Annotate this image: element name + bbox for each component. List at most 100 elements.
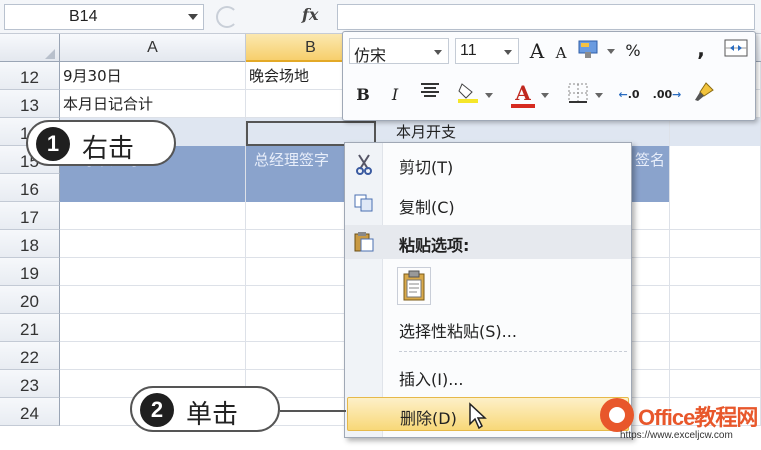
callout-step-1: 1 右击: [26, 120, 176, 166]
bold-button[interactable]: B: [351, 82, 375, 108]
cell-a16[interactable]: [60, 174, 246, 202]
percent-style-button[interactable]: %: [621, 38, 645, 64]
callout-connector: [280, 410, 346, 412]
fill-bucket-icon: [458, 83, 478, 103]
row-header[interactable]: 12: [0, 62, 60, 90]
formula-bar: B14 fx: [0, 0, 761, 34]
cell[interactable]: [670, 342, 761, 370]
menu-item-label: 选择性粘贴(S)...: [399, 322, 517, 341]
chevron-down-icon[interactable]: [541, 93, 549, 98]
context-menu: 剪切(T) 复制(C) 粘贴选项: 选择性粘贴(S)... 插入(I)... 删…: [344, 142, 632, 438]
arrow-right-icon: →: [672, 88, 682, 101]
select-all-icon: [45, 49, 55, 59]
chevron-down-icon: [434, 50, 442, 55]
mini-toolbar: 仿宋 11 A A % , B I A ←.0 .00→: [342, 31, 756, 121]
chevron-down-icon[interactable]: [595, 93, 603, 98]
italic-button[interactable]: I: [383, 82, 407, 108]
fill-color-button[interactable]: [455, 80, 481, 106]
comma-style-button[interactable]: ,: [691, 36, 711, 62]
cell-d14[interactable]: [670, 118, 761, 146]
cell-a12[interactable]: 9月30日: [60, 62, 246, 90]
watermark-title: Office教程网: [638, 405, 758, 430]
cell[interactable]: [670, 314, 761, 342]
menu-item-delete[interactable]: 删除(D): [347, 397, 629, 431]
center-align-button[interactable]: [417, 82, 443, 108]
cell-c15-tail[interactable]: 签名: [632, 146, 670, 174]
borders-button[interactable]: [565, 82, 591, 108]
menu-item-label: 剪切(T): [399, 158, 454, 177]
row-header[interactable]: 23: [0, 370, 60, 398]
paste-icon: [403, 270, 425, 301]
format-painter-button[interactable]: [691, 80, 717, 106]
step-text: 单击: [186, 400, 239, 430]
mouse-cursor-icon: [468, 402, 488, 434]
cell[interactable]: [60, 286, 246, 314]
clipboard-icon: [353, 231, 375, 253]
decrease-decimal-button[interactable]: .00→: [649, 82, 685, 108]
step-number: 1: [36, 127, 70, 161]
name-box[interactable]: B14: [4, 4, 204, 30]
row-header[interactable]: 17: [0, 202, 60, 230]
grow-font-button[interactable]: A: [525, 38, 549, 64]
menu-item-cut[interactable]: 剪切(T): [345, 147, 631, 181]
row-header[interactable]: 24: [0, 398, 60, 426]
step-number: 2: [140, 393, 174, 427]
chevron-down-icon[interactable]: [485, 93, 493, 98]
row-header[interactable]: 19: [0, 258, 60, 286]
menu-item-label: 插入(I)...: [399, 370, 464, 389]
cell-a13[interactable]: 本月日记合计: [60, 90, 246, 118]
cell[interactable]: [60, 258, 246, 286]
row-header[interactable]: 20: [0, 286, 60, 314]
cell[interactable]: [670, 286, 761, 314]
menu-item-label: 粘贴选项:: [399, 236, 470, 255]
row-header[interactable]: 22: [0, 342, 60, 370]
cell-styles-icon: [578, 40, 598, 58]
cell[interactable]: [670, 258, 761, 286]
merge-center-icon: [724, 39, 748, 57]
font-name-select[interactable]: 仿宋: [349, 38, 449, 65]
office-logo-icon: [600, 398, 634, 432]
row-header[interactable]: 18: [0, 230, 60, 258]
formula-input[interactable]: [337, 4, 755, 30]
borders-icon: [568, 83, 588, 103]
row-header[interactable]: 21: [0, 314, 60, 342]
font-size-value: 11: [460, 42, 477, 59]
function-icon[interactable]: fx: [302, 5, 318, 24]
row-header[interactable]: 13: [0, 90, 60, 118]
cell-styles-button[interactable]: [575, 38, 603, 64]
font-name-value: 仿宋: [354, 46, 387, 65]
column-header-a[interactable]: A: [60, 34, 246, 62]
scissors-icon: [353, 153, 375, 175]
menu-divider: [399, 351, 627, 352]
cell[interactable]: [60, 230, 246, 258]
cell[interactable]: [60, 314, 246, 342]
select-all-corner[interactable]: [0, 34, 60, 62]
cell[interactable]: [60, 202, 246, 230]
menu-item-insert[interactable]: 插入(I)...: [345, 359, 631, 393]
chevron-down-icon[interactable]: [607, 49, 615, 54]
cell[interactable]: [60, 342, 246, 370]
chevron-down-icon[interactable]: [188, 14, 198, 20]
step-text: 右击: [82, 134, 135, 164]
cell-d15[interactable]: [670, 146, 761, 174]
paintbrush-icon: [695, 82, 714, 101]
paste-option-button[interactable]: [397, 267, 431, 305]
cell[interactable]: [670, 202, 761, 230]
menu-item-copy[interactable]: 复制(C): [345, 187, 631, 221]
shrink-font-button[interactable]: A: [551, 40, 571, 66]
increase-decimal-button[interactable]: ←.0: [613, 82, 645, 108]
cell[interactable]: [670, 230, 761, 258]
font-color-button[interactable]: A: [511, 80, 535, 108]
chevron-down-icon: [504, 50, 512, 55]
cell[interactable]: [670, 370, 761, 398]
merge-center-button[interactable]: [723, 38, 749, 64]
font-size-select[interactable]: 11: [455, 38, 519, 64]
watermark: Office教程网 https://www.exceljcw.com: [600, 398, 760, 448]
cell-d16[interactable]: [670, 174, 761, 202]
menu-item-paste-special[interactable]: 选择性粘贴(S)...: [345, 311, 631, 345]
cancel-circle-icon: [216, 6, 238, 28]
menu-item-label: 删除(D): [400, 409, 457, 428]
row-header[interactable]: 16: [0, 174, 60, 202]
decrease-decimal-label: .00: [652, 88, 673, 101]
align-center-icon: [421, 83, 439, 97]
